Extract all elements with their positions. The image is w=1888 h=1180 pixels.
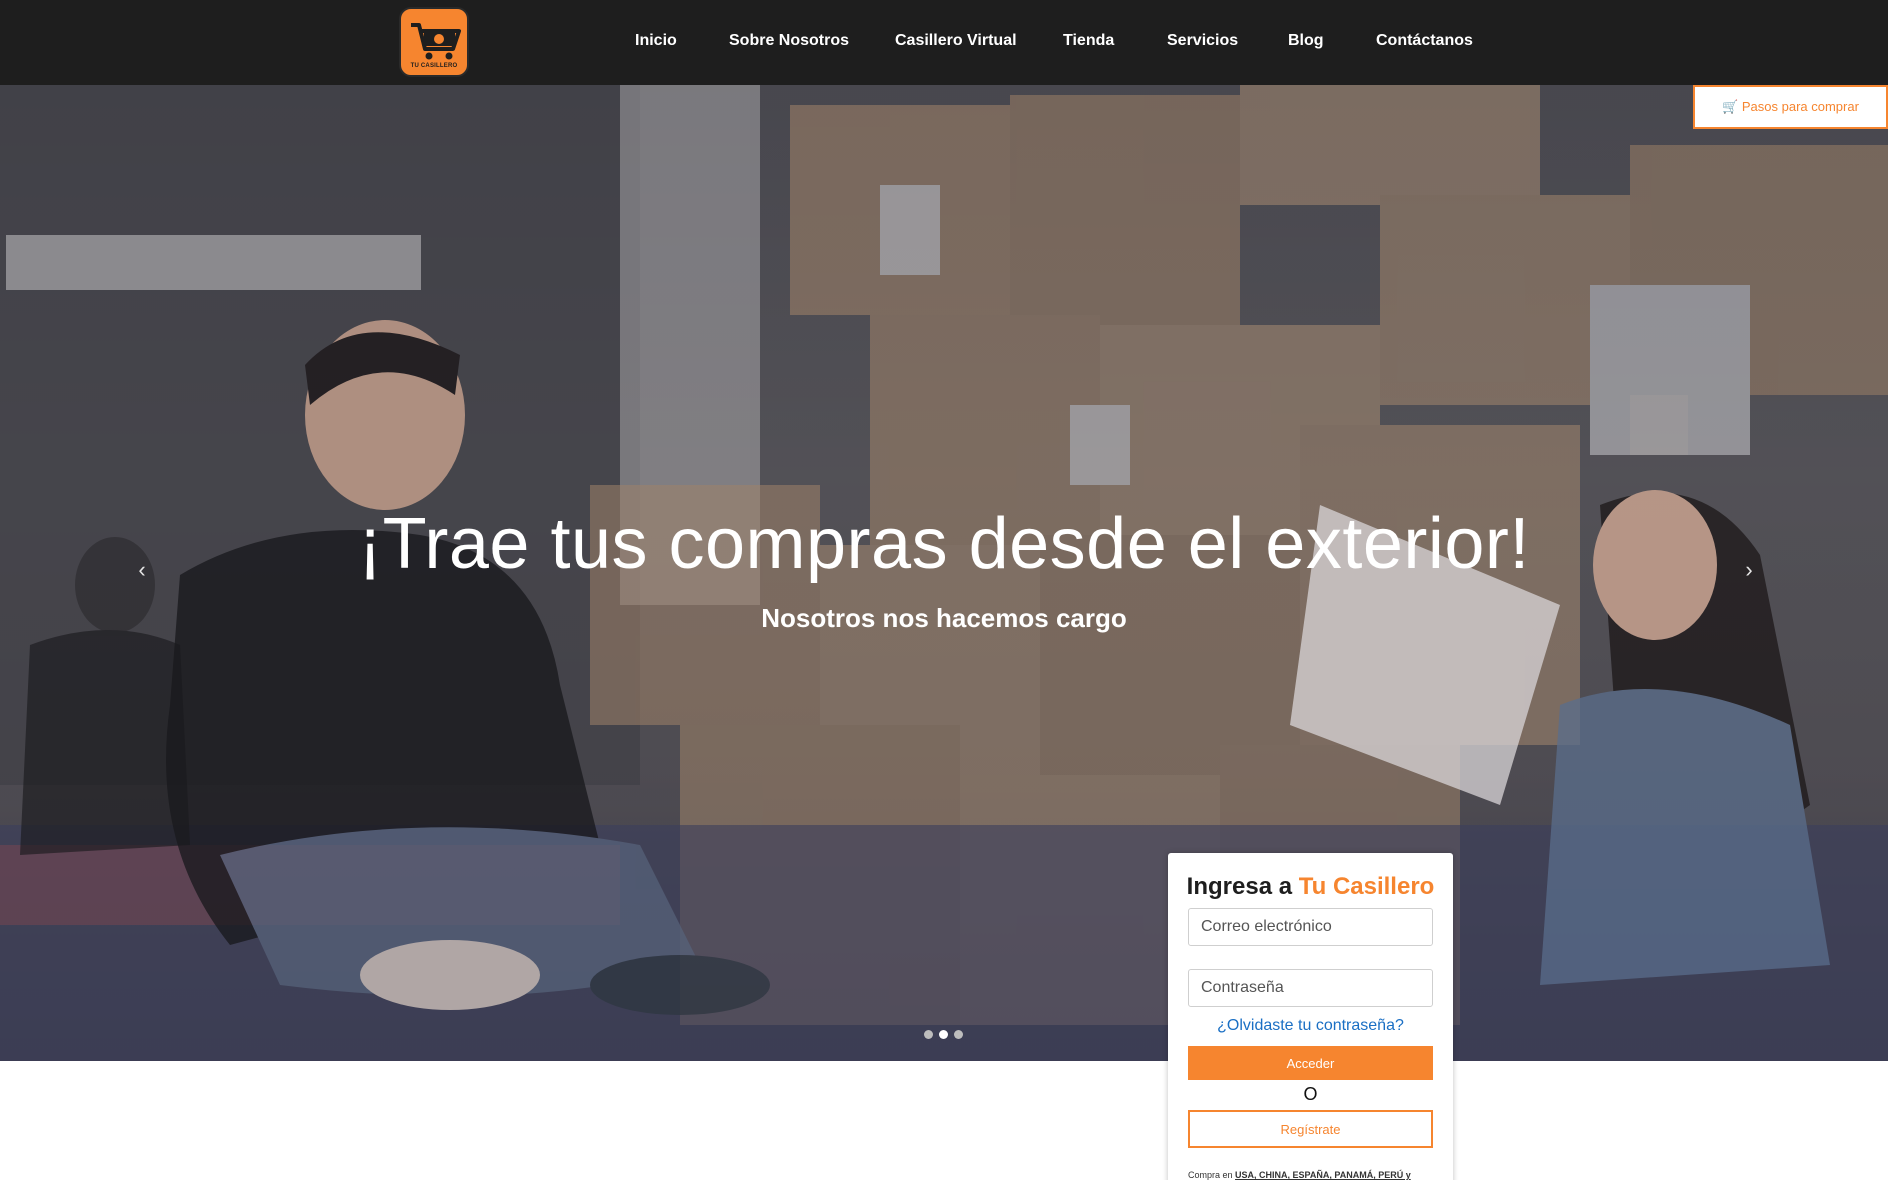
cart-icon: 🛒	[1722, 99, 1739, 114]
hero-carousel: ‹ › ¡Trae tus compras desde el exterior!…	[0, 85, 1888, 1061]
carousel-indicators	[924, 1026, 969, 1039]
steps-to-buy-button[interactable]: 🛒 Pasos para comprar	[1693, 85, 1888, 129]
steps-to-buy-label: Pasos para comprar	[1741, 99, 1859, 114]
countries-note: Compra en USA, CHINA, ESPAÑA, PANAMÁ, PE…	[1188, 1170, 1411, 1180]
login-card: Ingresa a Tu Casillero ¿Olvidaste tu con…	[1168, 853, 1453, 1180]
top-navbar: TU CASILLERO Inicio Sobre Nosotros Casil…	[0, 0, 1888, 85]
nav-item-servicios[interactable]: Servicios	[1167, 32, 1238, 50]
nav-item-inicio[interactable]: Inicio	[635, 32, 677, 50]
countries-prefix: Compra en	[1188, 1170, 1233, 1180]
email-input[interactable]	[1188, 908, 1433, 946]
carousel-dot-3[interactable]	[954, 1030, 963, 1039]
or-separator: O	[1303, 1084, 1318, 1104]
forgot-password-link[interactable]: ¿Olvidaste tu contraseña?	[1168, 1017, 1453, 1035]
hero-subtitle: Nosotros nos hacemos cargo	[761, 603, 1127, 633]
login-title: Ingresa a Tu Casillero	[1168, 873, 1453, 901]
nav-item-casillero-virtual[interactable]: Casillero Virtual	[895, 32, 1017, 50]
page: TU CASILLERO Inicio Sobre Nosotros Casil…	[0, 0, 1888, 1180]
hero-title: ¡Trae tus compras desde el exterior!	[358, 504, 1530, 584]
nav-item-tienda[interactable]: Tienda	[1063, 32, 1114, 50]
main-nav: Inicio Sobre Nosotros Casillero Virtual …	[0, 0, 1888, 85]
nav-item-contactanos[interactable]: Contáctanos	[1376, 32, 1473, 50]
carousel-dot-2[interactable]	[939, 1030, 948, 1039]
countries-list: USA, CHINA, ESPAÑA, PANAMÁ, PERÚ y	[1235, 1170, 1411, 1180]
nav-item-sobre-nosotros[interactable]: Sobre Nosotros	[729, 32, 849, 50]
login-title-prefix: Ingresa a	[1186, 873, 1293, 900]
login-submit-button[interactable]: Acceder	[1188, 1046, 1433, 1080]
login-title-brand: Tu Casillero	[1298, 873, 1435, 900]
password-input[interactable]	[1188, 969, 1433, 1007]
carousel-dot-1[interactable]	[924, 1030, 933, 1039]
register-button[interactable]: Regístrate	[1188, 1110, 1433, 1148]
nav-item-blog[interactable]: Blog	[1288, 32, 1324, 50]
